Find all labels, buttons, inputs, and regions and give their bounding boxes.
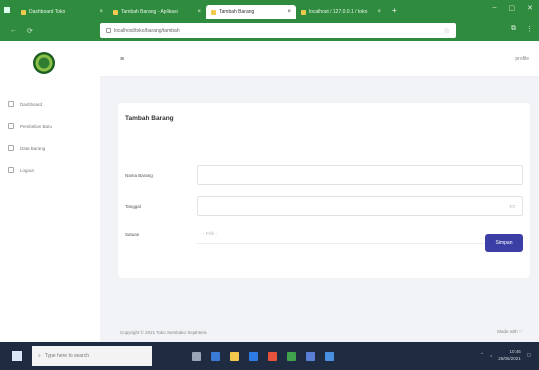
calendar-icon[interactable]: ▭ [509,203,515,210]
hamburger-menu-icon[interactable]: ≡ [120,56,124,63]
copyright-text: Copyright © 2021 Toko Sembako Sejahtera [120,329,207,335]
sidebar-item-logout[interactable]: Logout [8,159,52,181]
page-title: Tambah Barang [125,115,174,122]
close-tab-icon[interactable]: × [99,9,103,15]
chrome-icon[interactable] [268,351,277,361]
system-tray: ⌃ ♪ 10:45 25/06/2021 ▢ [480,348,531,362]
task-view-icon[interactable] [192,351,201,361]
form-card: Tambah Barang Nama Barang Tanggal ▭ Satu… [118,103,530,278]
back-icon[interactable]: ← [10,27,17,34]
sidebar-menu: Dashboard Pembelian Baru Data Barang Log… [8,93,52,181]
maximize-icon[interactable]: ▢ [509,4,516,12]
site-info-icon[interactable] [106,28,111,33]
close-tab-icon[interactable]: × [287,9,291,15]
browser-tab[interactable]: localhost / 127.0.0.1 / toko × [296,5,386,19]
sidebar-item-barang[interactable]: Data Barang [8,137,52,159]
tab-favicon-icon [301,9,306,15]
close-tab-icon[interactable]: × [377,9,381,15]
app-icon[interactable] [306,351,315,361]
app-logo[interactable] [33,52,55,74]
form-row-tanggal: Tanggal ▭ [125,196,523,216]
url-text: localhost/toko/barang/tambah [114,27,180,34]
cart-icon [8,123,14,129]
field-label: Nama Barang [125,172,153,178]
notifications-icon[interactable]: ▢ [527,352,531,358]
sidebar-item-dashboard[interactable]: Dashboard [8,93,52,115]
os-taskbar: ⌕ Type here to search ⌃ ♪ 10:45 25/06/20… [0,342,539,370]
reload-icon[interactable]: ⟳ [27,27,33,35]
box-icon [8,145,14,151]
browser-tab[interactable]: Dashboard Toko × [16,5,108,19]
store-icon[interactable] [249,351,258,361]
logout-icon [8,167,14,173]
tanggal-input[interactable]: ▭ [197,196,523,216]
satuan-select[interactable]: - Pilih - ⌄ [197,224,523,244]
browser-actions: ⧉ ⋮ [511,25,533,33]
extensions-icon[interactable]: ⧉ [511,25,516,33]
window-controls: – ▢ ✕ [493,4,533,12]
search-icon: ⌕ [38,353,41,359]
browser-window-icon [4,7,10,13]
nama-barang-input[interactable] [197,165,523,185]
volume-icon[interactable]: ♪ [490,353,492,358]
browser-tab-active[interactable]: Tambah Barang × [206,5,296,19]
browser-tab-strip: Dashboard Toko × Tambah Barang - Aplikas… [0,0,539,20]
footer-credit: Made with ♡ [497,329,523,334]
minimize-icon[interactable]: – [493,4,497,12]
menu-dots-icon[interactable]: ⋮ [526,25,533,33]
form-row-satuan: Satuan - Pilih - ⌄ [125,224,523,244]
main-content: Tambah Barang Nama Barang Tanggal ▭ Satu… [100,77,539,342]
user-menu[interactable]: profile [515,56,529,62]
windows-start-icon[interactable] [12,351,22,361]
close-window-icon[interactable]: ✕ [527,4,533,12]
save-button[interactable]: Simpan [485,234,523,252]
sidebar: Dashboard Pembelian Baru Data Barang Log… [0,41,100,342]
page-footer: Copyright © 2021 Toko Sembako Sejahtera … [100,322,539,342]
edge-icon[interactable] [211,351,220,361]
dashboard-icon [8,101,14,107]
taskbar-pinned-apps [192,351,334,361]
clock[interactable]: 10:45 25/06/2021 [498,348,521,362]
form-row-nama: Nama Barang [125,165,523,185]
tab-favicon-icon [21,9,26,15]
field-label: Satuan [125,231,140,237]
file-explorer-icon[interactable] [230,351,239,361]
sidebar-item-pembelian[interactable]: Pembelian Baru [8,115,52,137]
new-tab-button[interactable]: + [392,6,397,15]
bookmark-star-icon[interactable]: ☆ [444,27,450,35]
address-bar[interactable]: localhost/toko/barang/tambah ☆ [100,23,456,38]
tab-favicon-icon [211,9,216,15]
browser-tab[interactable]: Tambah Barang - Aplikasi × [108,5,206,19]
field-label: Tanggal [125,203,141,209]
app-header: ≡ profile [100,41,539,77]
tab-favicon-icon [113,9,118,15]
close-tab-icon[interactable]: × [197,9,201,15]
browser-toolbar: ← ⟳ localhost/toko/barang/tambah ☆ ⧉ ⋮ [0,20,539,41]
taskbar-search[interactable]: ⌕ Type here to search [32,346,152,366]
app-icon[interactable] [287,351,296,361]
app-icon[interactable] [325,351,334,361]
network-icon[interactable]: ⌃ [480,352,484,358]
